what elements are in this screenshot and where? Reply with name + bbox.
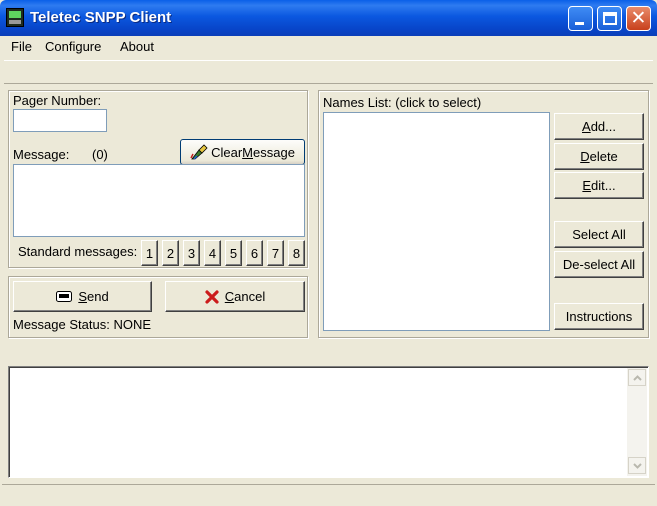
- pager-number-input[interactable]: [13, 109, 107, 132]
- window-title: Teletec SNPP Client: [30, 9, 172, 26]
- snpp-app-icon: [6, 8, 24, 27]
- delete-button[interactable]: Delete: [554, 143, 644, 170]
- standard-message-5-button[interactable]: 5: [225, 240, 242, 266]
- scroll-up-button[interactable]: [628, 369, 646, 386]
- message-label: Message:: [13, 147, 70, 162]
- maximize-icon: [603, 12, 617, 25]
- log-scrollbar[interactable]: [627, 368, 647, 476]
- chevron-up-icon: [632, 374, 642, 381]
- title-bar[interactable]: Teletec SNPP Client ✕: [0, 0, 657, 36]
- standard-message-7-button[interactable]: 7: [267, 240, 284, 266]
- cancel-button[interactable]: Cancel: [165, 281, 305, 312]
- standard-message-8-button[interactable]: 8: [288, 240, 305, 266]
- clear-message-button[interactable]: Clear Message: [180, 139, 305, 165]
- log-textarea[interactable]: [8, 366, 649, 478]
- menu-file[interactable]: File: [11, 39, 32, 54]
- add-button[interactable]: Add...: [554, 113, 644, 140]
- standard-message-2-button[interactable]: 2: [162, 240, 179, 266]
- names-listbox[interactable]: [323, 112, 550, 331]
- deselect-all-button[interactable]: De-select All: [554, 251, 644, 278]
- standard-message-3-button[interactable]: 3: [183, 240, 200, 266]
- message-textarea[interactable]: [13, 164, 305, 237]
- red-x-icon: [205, 289, 219, 304]
- status-bar: [2, 484, 655, 504]
- close-button[interactable]: ✕: [626, 6, 651, 31]
- menu-about[interactable]: About: [120, 39, 154, 54]
- menu-bar: File Configure About: [0, 36, 657, 58]
- eraser-brush-icon: [190, 144, 208, 160]
- instructions-button[interactable]: Instructions: [554, 303, 644, 330]
- toolbar-strip: [4, 60, 653, 84]
- standard-message-1-button[interactable]: 1: [141, 240, 158, 266]
- minimize-icon: [575, 22, 584, 25]
- message-char-count: (0): [92, 147, 108, 162]
- edit-button[interactable]: Edit...: [554, 172, 644, 199]
- names-list-label: Names List: (click to select): [323, 95, 482, 110]
- send-button[interactable]: Send: [13, 281, 152, 312]
- standard-message-4-button[interactable]: 4: [204, 240, 221, 266]
- menu-configure[interactable]: Configure: [45, 39, 101, 54]
- message-status-text: Message Status: NONE: [13, 317, 151, 332]
- select-all-button[interactable]: Select All: [554, 221, 644, 248]
- maximize-button[interactable]: [597, 6, 622, 31]
- pager-icon: [56, 291, 73, 302]
- close-icon: ✕: [630, 8, 647, 29]
- standard-messages-label: Standard messages:: [18, 244, 138, 259]
- pager-number-label: Pager Number:: [13, 93, 102, 108]
- standard-message-6-button[interactable]: 6: [246, 240, 263, 266]
- minimize-button[interactable]: [568, 6, 593, 31]
- scroll-down-button[interactable]: [628, 457, 646, 474]
- chevron-down-icon: [632, 462, 642, 469]
